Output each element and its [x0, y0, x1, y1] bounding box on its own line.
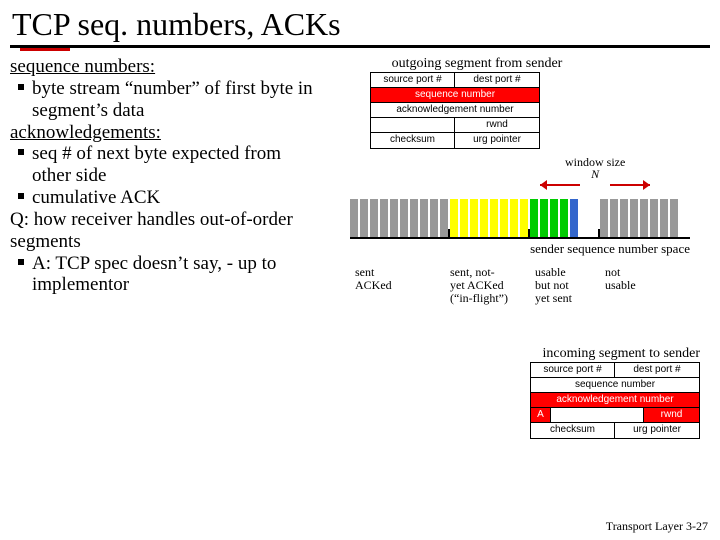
slide-footer: Transport Layer 3-27: [606, 519, 708, 534]
outgoing-segment-header: source port # dest port # sequence numbe…: [370, 72, 540, 149]
field-ack-number: acknowledgement number: [371, 103, 539, 117]
heading-acks: acknowledgements:: [10, 122, 320, 144]
label-text: sentACKed: [355, 266, 405, 292]
sequence-space-diagram: sender sequence number space: [350, 191, 690, 257]
incoming-segment-header: source port # dest port # sequence numbe…: [530, 362, 700, 439]
bullet-cumulative-ack: cumulative ACK: [10, 187, 320, 209]
bullet-icon: [18, 259, 24, 265]
field-flags: [371, 118, 455, 132]
sequence-stripe: [350, 191, 690, 239]
field-urg-pointer: urg pointer: [615, 423, 699, 438]
label-usable: usable but not yet sent: [535, 266, 572, 306]
label-text: yet sent: [535, 291, 572, 305]
bullet-icon: [18, 84, 24, 90]
incoming-caption: incoming segment to sender: [480, 346, 700, 362]
field-checksum: checksum: [371, 133, 455, 148]
field-seq-number: sequence number: [371, 88, 539, 102]
window-arrows-icon: [540, 181, 650, 191]
label-text: usable: [605, 278, 636, 292]
bullet-icon: [18, 193, 24, 199]
incoming-block: incoming segment to sender source port #…: [480, 346, 700, 439]
slide-title: TCP seq. numbers, ACKs: [0, 0, 720, 45]
slide-body: sequence numbers: byte stream “number” o…: [0, 48, 720, 296]
field-dst-port: dest port #: [615, 363, 699, 377]
bullet-byte-stream: byte stream “number” of first byte in se…: [10, 78, 320, 122]
bullet-text: A: TCP spec doesn’t say, - up to impleme…: [32, 253, 276, 296]
label-text: but not: [535, 278, 569, 292]
label-text: yet ACKed: [450, 278, 504, 292]
sequence-space-caption: sender sequence number space: [350, 241, 690, 257]
bullet-text: byte stream “number” of first byte in se…: [32, 78, 313, 121]
bullet-next-byte: seq # of next byte expected from other s…: [10, 143, 320, 187]
bullet-answer: A: TCP spec doesn’t say, - up to impleme…: [10, 253, 320, 297]
right-column: outgoing segment from sender source port…: [320, 56, 714, 296]
field-src-port: source port #: [531, 363, 615, 377]
field-ack-number: acknowledgement number: [531, 393, 699, 407]
field-src-port: source port #: [371, 73, 455, 87]
label-text: not: [605, 265, 620, 279]
bullet-icon: [18, 149, 24, 155]
title-underline: [10, 45, 710, 48]
left-column: sequence numbers: byte stream “number” o…: [10, 56, 320, 296]
outgoing-caption: outgoing segment from sender: [240, 56, 714, 72]
field-rwnd: rwnd: [455, 118, 539, 132]
field-seq-number: sequence number: [531, 378, 699, 392]
field-checksum: checksum: [531, 423, 615, 438]
field-urg-pointer: urg pointer: [455, 133, 539, 148]
label-sent-acked: sentACKed: [355, 266, 405, 292]
field-rwnd: rwnd: [644, 408, 699, 422]
field-flags: [551, 408, 644, 422]
label-not-usable: not usable: [605, 266, 636, 292]
label-text: (“in-flight”): [450, 291, 508, 305]
window-var: N: [591, 167, 599, 181]
field-ack-flag: A: [531, 408, 551, 422]
field-dst-port: dest port #: [455, 73, 539, 87]
bullet-text: seq # of next byte expected from other s…: [32, 143, 281, 186]
label-text: sent, not-: [450, 265, 495, 279]
window-size-annotation: window size N: [565, 156, 625, 180]
label-text: usable: [535, 265, 566, 279]
bullet-text: cumulative ACK: [32, 187, 160, 208]
question-line: Q: how receiver handles out-of-order seg…: [10, 209, 320, 253]
label-in-flight: sent, not- yet ACKed (“in-flight”): [450, 266, 508, 306]
